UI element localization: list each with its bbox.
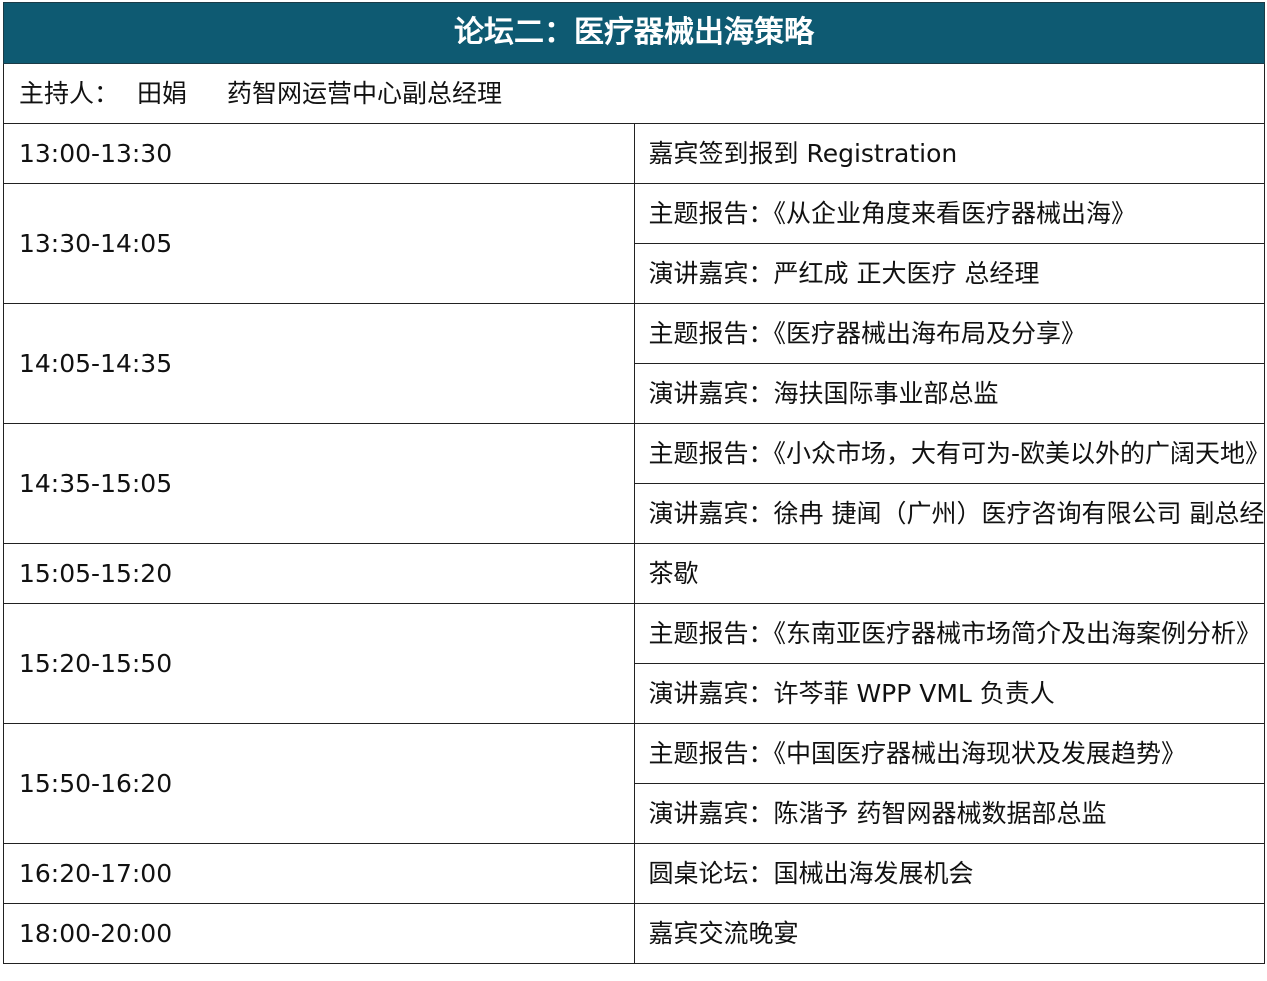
session-speaker: 演讲嘉宾：海扶国际事业部总监 — [633, 363, 1265, 424]
schedule-row: 16:20-17:00 圆桌论坛：国械出海发展机会 — [3, 843, 1265, 904]
time-slot: 13:30-14:05 — [3, 183, 635, 304]
time-slot: 14:35-15:05 — [3, 423, 635, 544]
session-item: 嘉宾签到报到 Registration — [633, 123, 1265, 184]
time-slot: 18:00-20:00 — [3, 903, 635, 964]
time-slot: 13:00-13:30 — [3, 123, 635, 184]
time-slot: 14:05-14:35 — [3, 303, 635, 424]
host-position: 药智网运营中心副总经理 — [227, 78, 503, 108]
schedule-row: 15:20-15:50 主题报告：《东南亚医疗器械市场简介及出海案例分析》 — [3, 603, 1265, 724]
session-speaker: 演讲嘉宾：严红成 正大医疗 总经理 — [633, 243, 1265, 304]
schedule-row: 13:00-13:30 嘉宾签到报到 Registration — [3, 123, 1265, 184]
session-topic: 主题报告：《东南亚医疗器械市场简介及出海案例分析》 — [633, 603, 1265, 664]
session-item: 嘉宾交流晚宴 — [633, 903, 1265, 964]
schedule-row: 15:05-15:20 茶歇 — [3, 543, 1265, 604]
agenda-table: 论坛二：医疗器械出海策略 主持人： 田娟 药智网运营中心副总经理 13:00-13:… — [3, 2, 1265, 964]
session-speaker: 演讲嘉宾：陈湝予 药智网器械数据部总监 — [633, 783, 1265, 844]
session-speaker: 演讲嘉宾：许芩菲 WPP VML 负责人 — [633, 663, 1265, 724]
host-info: 主持人： 田娟 药智网运营中心副总经理 — [3, 63, 1265, 124]
session-topic: 主题报告：《中国医疗器械出海现状及发展趋势》 — [633, 723, 1265, 784]
schedule-row: 15:50-16:20 主题报告：《中国医疗器械出海现状及发展趋势》 — [3, 723, 1265, 844]
time-slot: 15:20-15:50 — [3, 603, 635, 724]
time-slot: 16:20-17:00 — [3, 843, 635, 904]
time-slot: 15:50-16:20 — [3, 723, 635, 844]
title-row: 论坛二：医疗器械出海策略 — [3, 2, 1265, 64]
session-topic: 主题报告：《医疗器械出海布局及分享》 — [633, 303, 1265, 364]
host-name: 田娟 — [137, 78, 188, 108]
session-item: 圆桌论坛：国械出海发展机会 — [633, 843, 1265, 904]
session-topic: 主题报告：《从企业角度来看医疗器械出海》 — [633, 183, 1265, 244]
host-label: 主持人： — [19, 78, 120, 108]
schedule-row: 14:35-15:05 主题报告：《小众市场，大有可为-欧美以外的广阔天地》 — [3, 423, 1265, 544]
time-slot: 15:05-15:20 — [3, 543, 635, 604]
schedule-row: 13:30-14:05 主题报告：《从企业角度来看医疗器械出海》 — [3, 183, 1265, 304]
schedule-row: 14:05-14:35 主题报告：《医疗器械出海布局及分享》 — [3, 303, 1265, 424]
host-row: 主持人： 田娟 药智网运营中心副总经理 — [3, 63, 1265, 124]
schedule-row: 18:00-20:00 嘉宾交流晚宴 — [3, 903, 1265, 964]
session-topic: 主题报告：《小众市场，大有可为-欧美以外的广阔天地》 — [633, 423, 1265, 484]
session-speaker: 演讲嘉宾：徐冉 捷闻（广州）医疗咨询有限公司 副总经理 — [633, 483, 1265, 544]
session-item: 茶歇 — [633, 543, 1265, 604]
forum-title: 论坛二：医疗器械出海策略 — [3, 2, 1265, 64]
